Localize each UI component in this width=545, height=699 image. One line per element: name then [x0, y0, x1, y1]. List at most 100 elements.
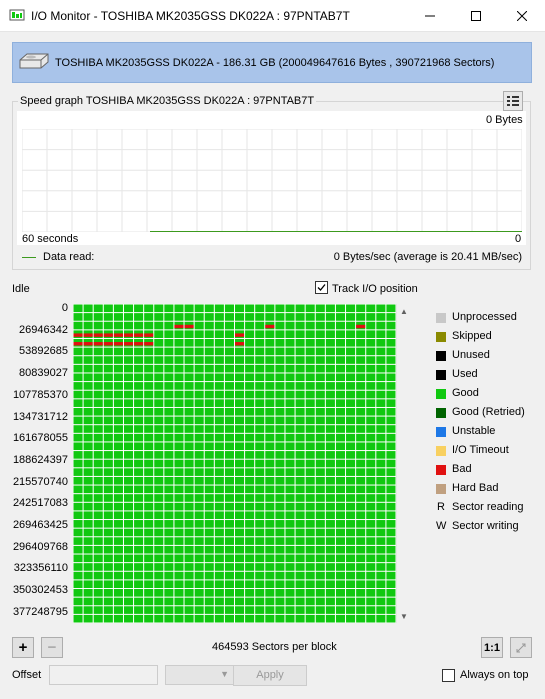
good-block: [245, 554, 255, 563]
good-block: [184, 442, 194, 451]
good-block: [315, 520, 325, 528]
good-block: [224, 520, 234, 528]
block-map-scrollbar[interactable]: ▲ ▼: [396, 304, 411, 623]
good-block: [73, 563, 83, 571]
graph-settings-button[interactable]: [503, 91, 523, 111]
data-rate-text: 0 Bytes/sec (average is 20.41 MB/sec): [333, 251, 522, 263]
good-block: [315, 606, 325, 614]
good-block: [325, 416, 335, 425]
track-io-checkbox[interactable]: [315, 281, 328, 294]
good-block: [154, 502, 164, 511]
good-block: [335, 537, 346, 545]
offset-unit-select[interactable]: ▼: [165, 665, 236, 685]
good-block: [204, 502, 214, 511]
good-block: [214, 356, 224, 364]
good-block: [265, 330, 275, 338]
good-block: [204, 399, 214, 407]
good-block: [214, 485, 224, 494]
good-block: [93, 511, 103, 520]
good-block: [305, 468, 315, 476]
good-block: [103, 425, 113, 433]
zoom-reset-button[interactable]: 1:1: [481, 637, 503, 658]
good-block: [164, 597, 174, 606]
good-block: [73, 356, 83, 364]
good-block: [386, 545, 396, 554]
good-block: [275, 373, 285, 382]
good-block: [123, 313, 134, 321]
good-block: [285, 502, 295, 511]
good-block: [305, 563, 315, 571]
fit-button[interactable]: [510, 637, 532, 658]
good-block: [164, 338, 174, 347]
good-block: [346, 589, 356, 597]
zoom-out-button[interactable]: −: [41, 637, 63, 658]
good-block: [366, 528, 376, 537]
scroll-down-arrow-icon[interactable]: ▼: [397, 609, 411, 623]
good-block: [103, 606, 113, 614]
maximize-button[interactable]: [453, 0, 499, 31]
good-block: [214, 545, 224, 554]
good-block: [376, 606, 386, 614]
good-block: [255, 597, 265, 606]
scroll-up-arrow-icon[interactable]: ▲: [397, 304, 411, 318]
good-block: [295, 347, 305, 356]
good-block: [134, 511, 144, 520]
good-block: [366, 442, 376, 451]
good-block: [315, 304, 325, 313]
good-block: [134, 321, 144, 330]
good-block: [335, 545, 346, 554]
good-block: [164, 330, 174, 338]
good-block: [265, 485, 275, 494]
good-block: [255, 511, 265, 520]
good-block: [356, 330, 366, 338]
good-block: [224, 589, 234, 597]
zoom-in-button[interactable]: +: [12, 637, 34, 658]
sector-row-label: 350302453: [12, 584, 68, 597]
good-block: [174, 407, 184, 416]
legend-label: Skipped: [452, 330, 492, 342]
good-block: [295, 313, 305, 321]
minimize-button[interactable]: [407, 0, 453, 31]
good-block: [315, 537, 325, 545]
good-block: [224, 606, 234, 614]
good-block: [315, 382, 325, 390]
always-on-top-checkbox[interactable]: [442, 669, 455, 682]
good-block: [83, 407, 93, 416]
good-block: [335, 476, 346, 485]
good-block: [93, 554, 103, 563]
good-block: [325, 494, 335, 502]
good-block: [356, 451, 366, 459]
data-read-legend-swatch: [22, 257, 36, 258]
good-block: [113, 589, 123, 597]
always-on-top-label: Always on top: [460, 669, 529, 681]
good-block: [144, 416, 154, 425]
good-block: [174, 554, 184, 563]
good-block: [356, 459, 366, 468]
good-block: [235, 537, 245, 545]
close-button[interactable]: [499, 0, 545, 31]
good-block: [325, 520, 335, 528]
good-block: [224, 433, 234, 442]
good-block: [285, 356, 295, 364]
good-block: [305, 502, 315, 511]
good-block: [305, 399, 315, 407]
good-block: [325, 485, 335, 494]
good-block: [265, 364, 275, 373]
legend-label: Used: [452, 368, 478, 380]
good-block: [265, 382, 275, 390]
good-block: [275, 399, 285, 407]
good-block: [386, 321, 396, 330]
good-block: [113, 382, 123, 390]
good-block: [164, 606, 174, 614]
good-block: [93, 614, 103, 623]
good-block: [315, 468, 325, 476]
good-block: [295, 571, 305, 580]
good-block: [245, 407, 255, 416]
good-block: [335, 390, 346, 399]
offset-input[interactable]: [49, 665, 158, 685]
good-block: [235, 614, 245, 623]
bad-block-marker: [134, 342, 144, 346]
apply-button[interactable]: Apply: [233, 665, 307, 686]
good-block: [386, 433, 396, 442]
good-block: [376, 554, 386, 563]
